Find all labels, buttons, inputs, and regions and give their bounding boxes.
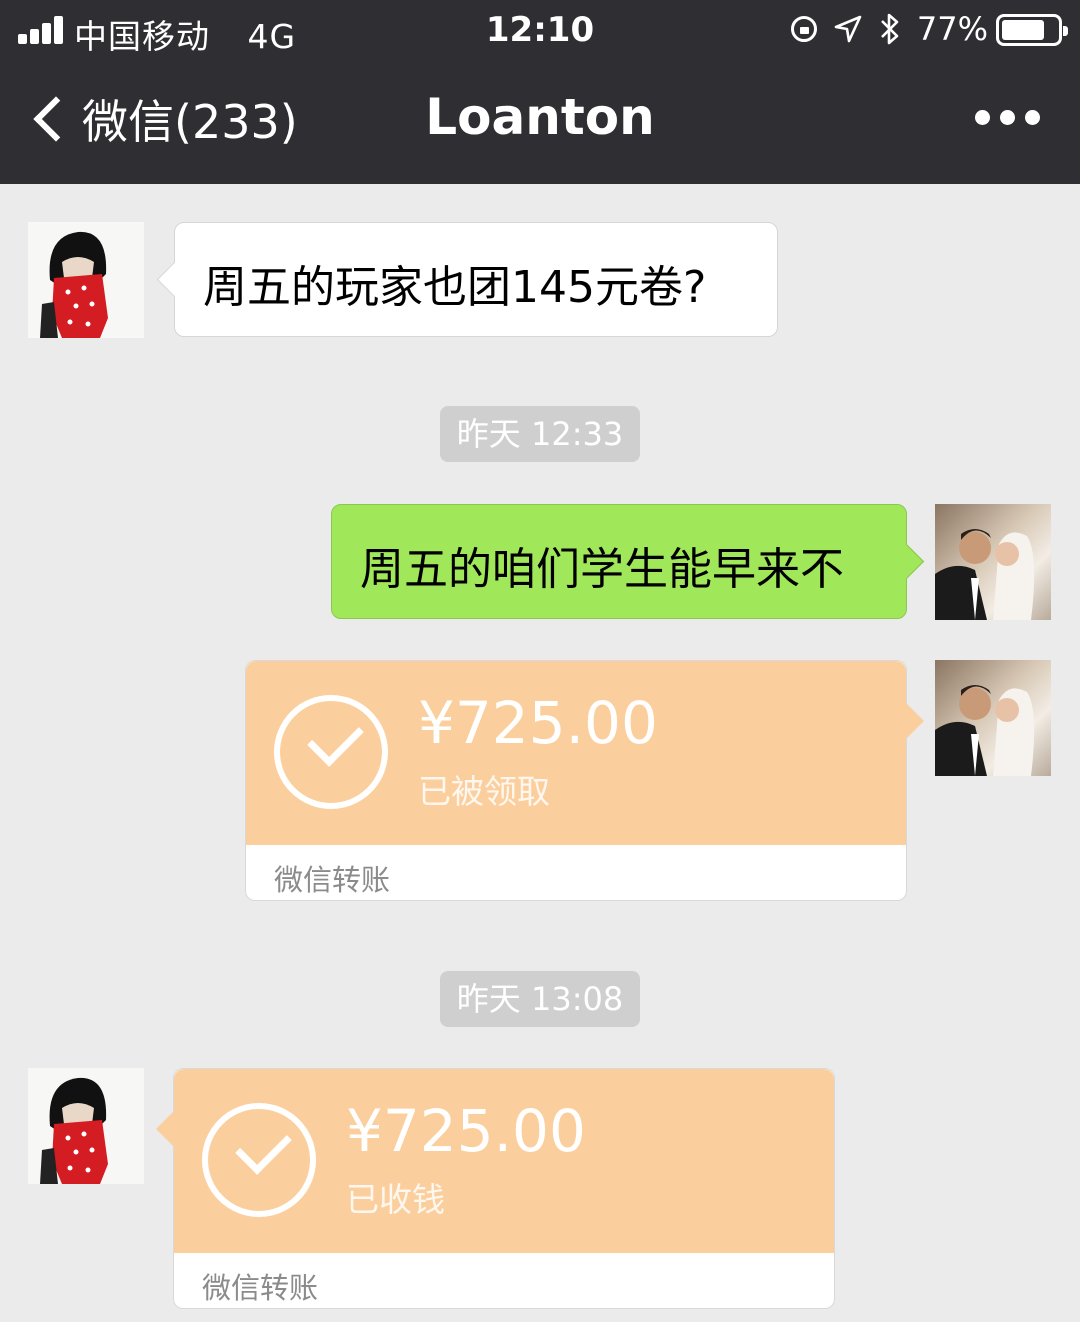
transfer-card-received[interactable]: ¥725.00 已收钱 微信转账: [173, 1068, 835, 1309]
message-bubble-sent[interactable]: 周五的咱们学生能早来不: [331, 504, 907, 619]
transfer-amount: ¥725.00: [346, 1097, 586, 1165]
message-text: 周五的玩家也团145元卷?: [203, 262, 707, 313]
chat-title: Loanton: [425, 88, 655, 146]
transfer-status: 已收钱: [346, 1180, 445, 1219]
transfer-amount: ¥725.00: [418, 689, 658, 757]
transfer-card-sent[interactable]: ¥725.00 已被领取 微信转账: [245, 660, 907, 901]
transfer-card-top: ¥725.00 已收钱: [174, 1069, 834, 1253]
message-bubble-received[interactable]: 周五的玩家也团145元卷?: [174, 222, 778, 337]
status-bar: 中国移动 4G 12:10 77%: [0, 0, 1080, 62]
transfer-status: 已被领取: [418, 772, 550, 811]
check-circle-icon: [274, 695, 388, 809]
self-avatar[interactable]: [935, 504, 1051, 620]
avatar-image: [28, 222, 144, 338]
more-button[interactable]: [975, 110, 1040, 125]
top-bar: 中国移动 4G 12:10 77% 微信(233) Loanton: [0, 0, 1080, 184]
transfer-footer-label: 微信转账: [274, 863, 391, 897]
timestamp: 昨天 13:08: [440, 971, 640, 1027]
battery-icon: [996, 14, 1068, 46]
contact-avatar[interactable]: [28, 1068, 144, 1184]
contact-avatar[interactable]: [28, 222, 144, 338]
avatar-image: [935, 685, 1035, 776]
transfer-footer-label: 微信转账: [202, 1271, 319, 1305]
status-icons: 77%: [790, 10, 988, 48]
self-avatar[interactable]: [935, 660, 1051, 776]
message-text: 周五的咱们学生能早来不: [360, 544, 844, 595]
avatar-image: [28, 1068, 144, 1184]
bluetooth-icon: [880, 13, 899, 45]
more-dots-icon: [975, 110, 990, 125]
timestamp: 昨天 12:33: [440, 406, 640, 462]
location-arrow-icon: [834, 15, 862, 43]
check-circle-icon: [202, 1103, 316, 1217]
nav-bar: 微信(233) Loanton: [0, 62, 1080, 184]
avatar-image: [935, 529, 1035, 620]
transfer-card-top: ¥725.00 已被领取: [246, 661, 906, 845]
battery-percent: 77%: [916, 10, 988, 48]
battery-fill: [1002, 20, 1044, 40]
rotation-lock-icon: [790, 16, 817, 42]
